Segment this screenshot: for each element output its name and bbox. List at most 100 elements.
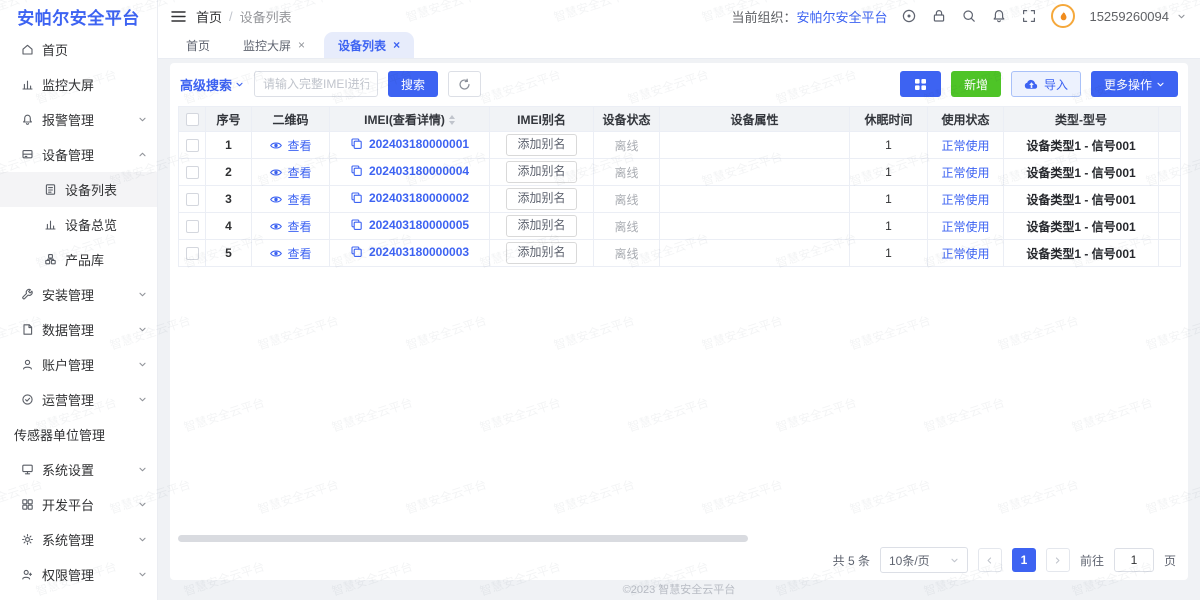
qr-view-link[interactable]: 查看 [269, 164, 311, 181]
sidebar-item-device-list[interactable]: 设备列表 [0, 172, 157, 207]
chevron-down-icon [138, 500, 147, 509]
copy-icon[interactable] [350, 245, 363, 258]
content-area: 高级搜索 搜索 新增 导入 更多操作 [158, 59, 1200, 600]
breadcrumb-home[interactable]: 首页 [196, 7, 222, 26]
copy-icon[interactable] [350, 191, 363, 204]
topbar-right: 当前组织：安帕尔安全平台 15259260094 [731, 4, 1186, 28]
cell-device-attribute [660, 132, 850, 159]
usage-status-link[interactable]: 正常使用 [941, 220, 989, 234]
theme-icon[interactable] [901, 8, 917, 24]
pagination: 共 5 条 10条/页 1 前往 页 [833, 547, 1176, 573]
cell-device-attribute [660, 240, 850, 267]
scrollbar-thumb[interactable] [178, 535, 748, 542]
user-phone[interactable]: 15259260094 [1089, 9, 1169, 24]
close-icon[interactable]: × [393, 39, 400, 51]
qr-view-link[interactable]: 查看 [269, 218, 311, 235]
col-imei[interactable]: IMEI(查看详情) [330, 107, 490, 132]
search-icon[interactable] [961, 8, 977, 24]
sidebar-item-system-manage[interactable]: 系统管理 [0, 522, 157, 557]
sidebar-item-install-manage[interactable]: 安装管理 [0, 277, 157, 312]
row-checkbox[interactable] [186, 139, 199, 152]
product-icon [43, 253, 57, 267]
refresh-button[interactable] [448, 71, 481, 97]
lock-icon[interactable] [931, 8, 947, 24]
imei-link[interactable]: 202403180000001 [369, 137, 469, 151]
goto-unit-label: 页 [1164, 552, 1176, 569]
bell-icon[interactable] [991, 8, 1007, 24]
usage-status-link[interactable]: 正常使用 [941, 247, 989, 261]
sidebar-item-product-library[interactable]: 产品库 [0, 242, 157, 277]
chevron-down-icon [138, 570, 147, 579]
page-number-current[interactable]: 1 [1012, 548, 1036, 572]
sidebar-item-sensor-unit-manage[interactable]: 传感器单位管理 [0, 417, 157, 452]
qr-view-link[interactable]: 查看 [269, 245, 311, 262]
tab-label: 首页 [186, 37, 210, 54]
sort-icon[interactable] [449, 115, 455, 125]
col-sleep-time: 休眠时间 [850, 107, 928, 132]
cell-device-status: 离线 [594, 240, 660, 267]
close-icon[interactable]: × [298, 39, 305, 51]
chevron-down-icon [950, 556, 959, 565]
page-size-select[interactable]: 10条/页 [880, 547, 968, 573]
row-checkbox[interactable] [186, 247, 199, 260]
avatar[interactable] [1051, 4, 1075, 28]
add-button[interactable]: 新增 [951, 71, 1001, 97]
next-page-button[interactable] [1046, 548, 1070, 572]
imei-link[interactable]: 202403180000004 [369, 164, 469, 178]
current-org: 当前组织：安帕尔安全平台 [731, 7, 887, 26]
imei-link[interactable]: 202403180000003 [369, 245, 469, 259]
row-checkbox[interactable] [186, 220, 199, 233]
cell-serial: 1 [206, 132, 252, 159]
add-alias-button[interactable]: 添加别名 [506, 188, 576, 209]
tab-home[interactable]: 首页 [172, 32, 224, 58]
add-alias-button[interactable]: 添加别名 [506, 134, 576, 155]
current-org-name-link[interactable]: 安帕尔安全平台 [796, 10, 887, 25]
add-alias-button[interactable]: 添加别名 [506, 161, 576, 182]
sidebar-item-dev-platform[interactable]: 开发平台 [0, 487, 157, 522]
copy-icon[interactable] [350, 164, 363, 177]
hamburger-menu-icon[interactable] [171, 10, 186, 23]
sidebar-item-operation-manage[interactable]: 运营管理 [0, 382, 157, 417]
prev-page-button[interactable] [978, 548, 1002, 572]
account-icon [20, 358, 34, 372]
advanced-search-toggle[interactable]: 高级搜索 [180, 75, 244, 94]
sidebar-item-permission-manage[interactable]: 权限管理 [0, 557, 157, 592]
sidebar-item-device-overview[interactable]: 设备总览 [0, 207, 157, 242]
tab-device-list[interactable]: 设备列表 × [324, 32, 414, 58]
copy-icon[interactable] [350, 137, 363, 150]
row-checkbox[interactable] [186, 193, 199, 206]
usage-status-link[interactable]: 正常使用 [941, 166, 989, 180]
search-button[interactable]: 搜索 [388, 71, 438, 97]
usage-status-link[interactable]: 正常使用 [941, 193, 989, 207]
more-actions-button[interactable]: 更多操作 [1091, 71, 1178, 97]
chevron-down-icon[interactable] [1177, 12, 1186, 21]
row-checkbox[interactable] [186, 166, 199, 179]
copy-icon[interactable] [350, 218, 363, 231]
sidebar-item-system-settings[interactable]: 系统设置 [0, 452, 157, 487]
sidebar-item-monitor-screen[interactable]: 监控大屏 [0, 67, 157, 102]
qr-view-link[interactable]: 查看 [269, 191, 311, 208]
column-settings-button[interactable] [900, 71, 941, 97]
breadcrumb-current: 设备列表 [240, 7, 292, 26]
imei-link[interactable]: 202403180000005 [369, 218, 469, 232]
imei-search-input[interactable] [254, 71, 378, 97]
sidebar-item-account-manage[interactable]: 账户管理 [0, 347, 157, 382]
fullscreen-icon[interactable] [1021, 8, 1037, 24]
qr-view-link[interactable]: 查看 [269, 137, 311, 154]
breadcrumb: 首页 / 设备列表 [196, 7, 292, 26]
imei-link[interactable]: 202403180000002 [369, 191, 469, 205]
goto-page-input[interactable] [1114, 548, 1154, 572]
sidebar-item-data-manage[interactable]: 数据管理 [0, 312, 157, 347]
sidebar-item-device-manage[interactable]: 设备管理 [0, 137, 157, 172]
usage-status-link[interactable]: 正常使用 [941, 139, 989, 153]
import-button[interactable]: 导入 [1011, 71, 1081, 97]
sidebar-item-alarm-manage[interactable]: 报警管理 [0, 102, 157, 137]
sidebar-item-home[interactable]: 首页 [0, 32, 157, 67]
select-all-checkbox[interactable] [186, 113, 199, 126]
tab-monitor-screen[interactable]: 监控大屏 × [229, 32, 319, 58]
home-icon [20, 43, 34, 57]
cell-type-model: 设备类型1 - 信号001 [1004, 240, 1159, 267]
add-alias-button[interactable]: 添加别名 [506, 215, 576, 236]
add-alias-button[interactable]: 添加别名 [506, 242, 576, 263]
eye-icon [269, 140, 283, 151]
